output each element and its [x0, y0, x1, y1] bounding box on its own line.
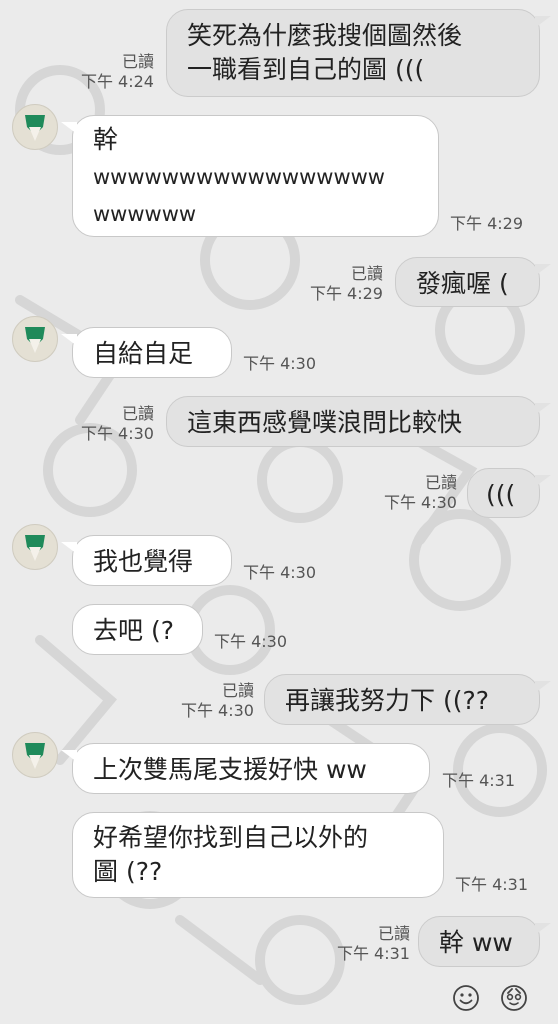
message-text-line-1: 好希望你找到自己以外的: [93, 823, 369, 852]
timestamp: 下午 4:24: [80, 72, 154, 91]
timestamp: 下午 4:29: [450, 214, 524, 233]
message-bubble-incoming[interactable]: 我也覺得: [61, 535, 232, 586]
message-text-line-1: 幹: [93, 125, 119, 154]
message-text: 我也覺得: [93, 547, 194, 576]
message-bubble-outgoing[interactable]: 笑死為什麼我搜個圖然後 一職看到自己的圖 (((: [166, 9, 551, 97]
message-meta: 已讀 下午 4:30: [81, 404, 154, 444]
message-bubble-outgoing[interactable]: 再讓我努力下 ((??: [264, 674, 551, 725]
read-receipt: 已讀: [121, 404, 154, 423]
message-meta: 下午 4:29: [450, 214, 523, 234]
message-meta: 下午 4:30: [214, 632, 287, 652]
avatar-icon: [25, 743, 45, 769]
message-bubble-incoming[interactable]: 自給自足: [61, 327, 232, 378]
message-text-line-2: 圖 (??: [93, 857, 163, 886]
message-text: 這東西感覺噗浪問比較快: [187, 408, 463, 437]
message-text: 上次雙馬尾支援好快 ww: [93, 755, 367, 784]
read-receipt: 已讀: [221, 681, 254, 700]
timestamp: 下午 4:31: [442, 771, 516, 790]
timestamp: 下午 4:30: [383, 493, 457, 512]
timestamp: 下午 4:30: [243, 354, 317, 373]
message-bubble-outgoing[interactable]: 幹 ww: [418, 916, 551, 967]
timestamp: 下午 4:31: [336, 944, 410, 963]
message-meta: 已讀 下午 4:30: [384, 473, 457, 513]
message-meta: 下午 4:30: [243, 354, 316, 374]
message-text: 去吧 (?: [93, 616, 174, 645]
read-receipt: 已讀: [121, 52, 154, 71]
timestamp: 下午 4:30: [180, 701, 254, 720]
read-receipt: 已讀: [377, 924, 410, 943]
timestamp: 下午 4:30: [243, 563, 317, 582]
message-bubble-outgoing[interactable]: 這東西感覺噗浪問比較快: [166, 396, 551, 447]
message-bubble-outgoing[interactable]: 發瘋喔 (: [395, 257, 551, 307]
contact-avatar[interactable]: [12, 104, 58, 150]
timestamp: 下午 4:29: [309, 284, 383, 303]
contact-avatar[interactable]: [12, 524, 58, 570]
message-bubble-incoming[interactable]: 幹 wwwwwwwwwwwwwwwww wwwwww: [61, 115, 439, 237]
message-text: 自給自足: [93, 339, 194, 368]
avatar-icon: [25, 327, 45, 353]
message-text: 再讓我努力下 ((??: [285, 686, 489, 715]
message-meta: 已讀 下午 4:31: [337, 924, 410, 964]
timestamp: 下午 4:31: [455, 875, 529, 894]
message-bubble-outgoing[interactable]: (((: [467, 468, 551, 518]
avatar-icon: [25, 535, 45, 561]
message-meta: 下午 4:30: [243, 563, 316, 583]
avatar-icon: [25, 115, 45, 141]
message-text: (((: [486, 480, 516, 509]
message-text: 幹 ww: [439, 928, 513, 957]
contact-avatar[interactable]: [12, 316, 58, 362]
chat-messages[interactable]: 已讀 下午 4:24 笑死為什麼我搜個圖然後 一職看到自己的圖 ((( 幹 ww…: [0, 0, 558, 1024]
message-meta: 下午 4:31: [442, 771, 515, 791]
timestamp: 下午 4:30: [80, 424, 154, 443]
message-text-line-2: 一職看到自己的圖 (((: [187, 55, 425, 84]
message-text-line-1: 笑死為什麼我搜個圖然後: [187, 21, 463, 50]
message-meta: 下午 4:31: [455, 875, 528, 895]
smiley-icon[interactable]: [451, 983, 481, 1013]
read-receipt: 已讀: [424, 473, 457, 492]
message-meta: 已讀 下午 4:30: [181, 681, 254, 721]
message-bubble-incoming[interactable]: 去吧 (?: [72, 604, 203, 655]
message-text: 發瘋喔 (: [416, 269, 509, 298]
sticker-icon[interactable]: [499, 983, 529, 1013]
message-text-line-2: wwwwwwwwwwwwwwwww: [93, 165, 385, 189]
message-bubble-incoming[interactable]: 好希望你找到自己以外的 圖 (??: [72, 812, 444, 898]
read-receipt: 已讀: [350, 264, 383, 283]
message-meta: 已讀 下午 4:24: [81, 52, 154, 92]
message-meta: 已讀 下午 4:29: [310, 264, 383, 304]
message-bubble-incoming[interactable]: 上次雙馬尾支援好快 ww: [61, 743, 430, 794]
message-text-line-3: wwwwww: [93, 202, 197, 226]
timestamp: 下午 4:30: [214, 632, 288, 651]
contact-avatar[interactable]: [12, 732, 58, 778]
